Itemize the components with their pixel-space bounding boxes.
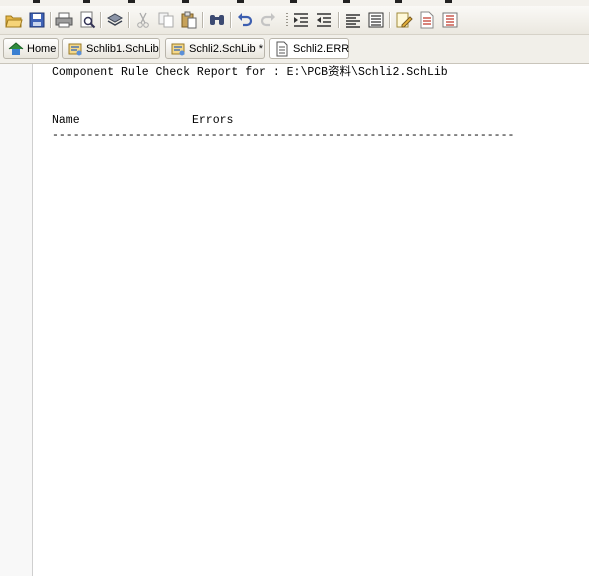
outdent-icon[interactable]: [315, 11, 333, 29]
tab-label: Home: [27, 43, 57, 55]
copy-icon[interactable]: [157, 11, 175, 29]
tab-label: Schli2.ERR: [293, 43, 350, 55]
schlib-icon: [171, 43, 185, 56]
document-icon: [276, 41, 288, 57]
align-icon[interactable]: [344, 11, 362, 29]
open-folder-icon[interactable]: [5, 11, 23, 29]
tab-schli2-schlib[interactable]: Schli2.SchLib *: [165, 38, 265, 59]
column-header-name: Name: [52, 114, 80, 127]
edit-icon[interactable]: [395, 11, 413, 29]
schlib-icon: [68, 43, 82, 56]
layers-icon[interactable]: [106, 11, 124, 29]
tab-schli2-err[interactable]: Schli2.ERR: [269, 38, 349, 59]
tab-schlib1[interactable]: Schlib1.SchLib: [62, 38, 160, 59]
home-icon: [8, 42, 24, 55]
print-preview-icon[interactable]: [78, 11, 96, 29]
column-header-errors: Errors: [192, 114, 234, 127]
tab-home[interactable]: Home: [3, 38, 59, 59]
list-icon[interactable]: [367, 11, 385, 29]
header-divider: ----------------------------------------…: [52, 129, 515, 142]
redo-icon[interactable]: [259, 11, 277, 29]
report-title: Component Rule Check Report for : E:\PCB…: [52, 66, 448, 79]
document-icon[interactable]: [418, 11, 436, 29]
properties-icon[interactable]: [441, 11, 459, 29]
cut-icon[interactable]: [134, 11, 152, 29]
indent-icon[interactable]: [292, 11, 310, 29]
report-editor[interactable]: Component Rule Check Report for : E:\PCB…: [33, 64, 589, 576]
save-icon[interactable]: [28, 11, 46, 29]
undo-icon[interactable]: [236, 11, 254, 29]
tab-label: Schli2.SchLib *: [189, 43, 263, 55]
document-tab-bar: Home Schlib1.SchLib Schli2.SchLib * Schl…: [0, 35, 589, 64]
editor-gutter: [0, 64, 33, 576]
paste-icon[interactable]: [180, 11, 198, 29]
tab-label: Schlib1.SchLib: [86, 43, 159, 55]
find-icon[interactable]: [208, 11, 226, 29]
print-icon[interactable]: [55, 11, 73, 29]
toolbar: [0, 6, 589, 35]
